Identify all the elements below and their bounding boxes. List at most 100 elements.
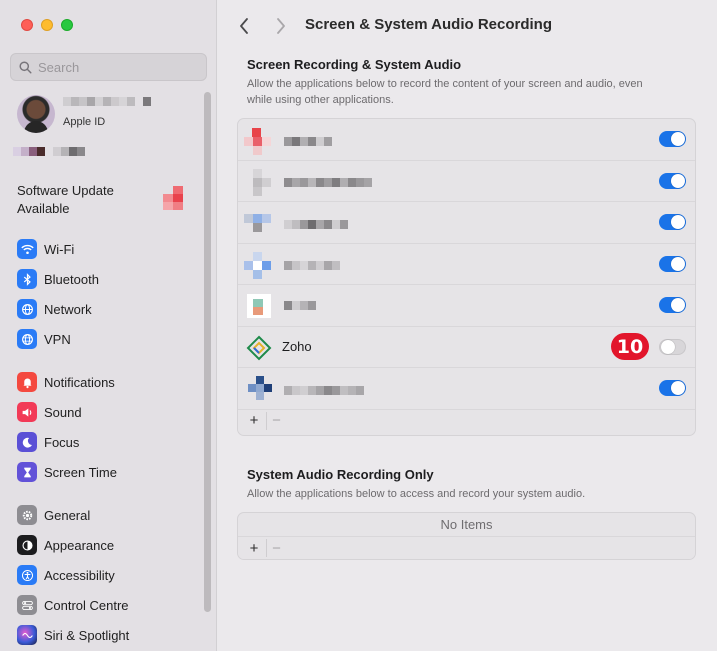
list-item (238, 161, 695, 202)
redacted-app-name (284, 220, 348, 229)
system-audio-app-list: No Items + − (237, 512, 696, 560)
sidebar-item-label: VPN (44, 331, 71, 347)
list-item (238, 368, 695, 410)
screen-recording-section-title: Screen Recording & System Audio (247, 57, 462, 72)
remove-app-button[interactable]: − (266, 539, 286, 557)
list-item (238, 202, 695, 244)
siri-icon (17, 625, 37, 645)
search-field[interactable] (10, 53, 207, 81)
bell-icon (17, 372, 37, 392)
app-icon (244, 291, 274, 321)
app-name: Zoho (282, 339, 312, 355)
step-number-badge: 10 (611, 333, 649, 361)
vpn-globe-icon (17, 329, 37, 349)
back-button[interactable] (235, 17, 253, 35)
sidebar-item-network[interactable]: Network (17, 294, 197, 324)
sidebar-item-general[interactable]: General (17, 500, 197, 530)
sidebar-item-control-centre[interactable]: Control Centre (17, 590, 197, 620)
hourglass-icon (17, 462, 37, 482)
sidebar-item-label: Screen Time (44, 464, 117, 480)
toolbar: Screen & System Audio Recording (218, 0, 717, 50)
list-item (238, 285, 695, 327)
wifi-icon (17, 239, 37, 259)
control-centre-icon (17, 595, 37, 615)
redacted-app-name (284, 301, 316, 310)
sidebar-item-focus[interactable]: Focus (17, 427, 197, 457)
forward-button[interactable] (272, 17, 290, 35)
sidebar-item-label: Appearance (44, 537, 115, 553)
sidebar-item-sound[interactable]: Sound (17, 397, 197, 427)
redacted-app-name (284, 177, 372, 187)
globe-icon (17, 299, 37, 319)
sidebar-item-label: Accessibility (44, 567, 115, 583)
apple-id-label: Apple ID (63, 116, 106, 128)
app-permission-toggle[interactable] (659, 131, 686, 148)
app-icon (244, 167, 274, 197)
app-permission-toggle[interactable] (659, 214, 686, 231)
sidebar-item-label: Wi-Fi (44, 241, 75, 257)
sidebar-item-siri-spotlight[interactable]: Siri & Spotlight (17, 620, 197, 650)
apple-id-account[interactable]: Apple ID (13, 95, 207, 165)
sidebar-scrollbar[interactable] (204, 92, 211, 612)
moon-icon (17, 432, 37, 452)
close-window-button[interactable] (21, 19, 33, 31)
zoom-window-button[interactable] (61, 19, 73, 31)
system-audio-section-title: System Audio Recording Only (247, 467, 434, 482)
sidebar-item-label: Control Centre (44, 597, 129, 613)
app-icon (244, 250, 274, 280)
search-icon (19, 60, 32, 74)
zoho-app-icon (244, 333, 274, 363)
sidebar-item-label: Notifications (44, 374, 115, 390)
chevron-right-icon (277, 18, 285, 34)
accessibility-icon (17, 565, 37, 585)
sidebar-item-label: General (44, 507, 91, 523)
software-update-item[interactable]: Software Update Available (17, 182, 207, 218)
sidebar: Apple ID Software Update Available Wi-Fi… (0, 0, 217, 651)
app-permission-toggle[interactable] (659, 297, 686, 314)
search-input[interactable] (38, 59, 198, 75)
redacted-account-name (63, 97, 151, 106)
sidebar-item-label: Sound (44, 404, 82, 420)
list-item (238, 119, 695, 161)
app-permission-toggle[interactable] (659, 255, 686, 272)
sidebar-group-notifications: Notifications Sound Focus Screen Time (17, 367, 197, 487)
sidebar-item-vpn[interactable]: VPN (17, 324, 197, 354)
sidebar-item-screen-time[interactable]: Screen Time (17, 457, 197, 487)
redacted-app-name (284, 260, 340, 270)
app-permission-toggle[interactable] (659, 338, 686, 355)
sidebar-item-label: Bluetooth (44, 271, 99, 287)
system-audio-section-description: Allow the applications below to access a… (247, 488, 586, 500)
main-content: Screen & System Audio Recording Screen R… (218, 0, 717, 651)
speaker-icon (17, 402, 37, 422)
minimize-window-button[interactable] (41, 19, 53, 31)
page-title: Screen & System Audio Recording (305, 16, 553, 33)
software-update-badge (163, 186, 183, 210)
list-footer: + − (238, 537, 695, 559)
sidebar-item-bluetooth[interactable]: Bluetooth (17, 264, 197, 294)
empty-list-text: No Items (238, 513, 695, 537)
add-app-button[interactable]: + (244, 412, 264, 430)
redacted-family-row (13, 147, 85, 156)
list-item (238, 244, 695, 285)
screen-recording-app-list: Zoho 10 + − (237, 118, 696, 436)
avatar (17, 95, 55, 133)
sidebar-item-accessibility[interactable]: Accessibility (17, 560, 197, 590)
redacted-app-name (284, 386, 364, 395)
sidebar-group-network: Wi-Fi Bluetooth Network VPN (17, 234, 197, 354)
software-update-label: Software Update Available (17, 183, 114, 216)
app-permission-toggle[interactable] (659, 380, 686, 397)
sidebar-item-appearance[interactable]: Appearance (17, 530, 197, 560)
window-controls (21, 19, 73, 31)
screen-recording-section-description: Allow the applications below to record t… (247, 78, 643, 106)
list-footer: + − (238, 409, 695, 432)
gear-icon (17, 505, 37, 525)
add-app-button[interactable]: + (244, 539, 264, 557)
app-icon (244, 208, 274, 238)
sidebar-item-notifications[interactable]: Notifications (17, 367, 197, 397)
remove-app-button[interactable]: − (266, 411, 286, 430)
sidebar-item-label: Siri & Spotlight (44, 627, 130, 643)
bluetooth-icon (17, 269, 37, 289)
app-permission-toggle[interactable] (659, 172, 686, 189)
app-icon (244, 374, 274, 404)
sidebar-item-wifi[interactable]: Wi-Fi (17, 234, 197, 264)
